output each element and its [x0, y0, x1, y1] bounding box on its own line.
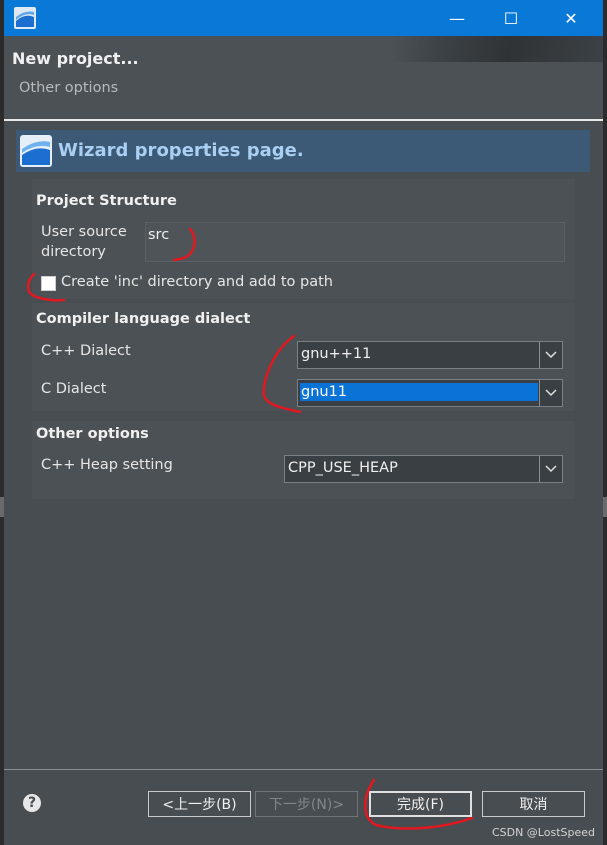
inc-checkbox[interactable] — [41, 276, 56, 291]
heap-setting-select[interactable]: CPP_USE_HEAP — [284, 455, 563, 483]
other-options-group: Other options C++ Heap setting CPP_USE_H… — [32, 421, 575, 499]
help-icon[interactable]: ? — [23, 794, 41, 812]
close-button[interactable]: ✕ — [542, 0, 600, 36]
wizard-page-header: Wizard properties page. — [16, 130, 590, 172]
new-project-dialog: — ☐ ✕ New project... Other options Wizar… — [4, 0, 603, 845]
c-dialect-label: C Dialect — [41, 381, 107, 397]
source-dir-input[interactable]: src — [145, 222, 565, 262]
cpp-dialect-value: gnu++11 — [301, 346, 372, 362]
other-options-title: Other options — [36, 426, 149, 442]
heap-setting-value: CPP_USE_HEAP — [288, 460, 398, 476]
finish-button[interactable]: 完成(F) — [369, 791, 472, 817]
button-bar: ? <上一步(B) 下一步(N)> 完成(F) 取消 CSDN @LostSpe… — [4, 770, 603, 845]
c-dialect-value: gnu11 — [300, 383, 538, 401]
cpp-dialect-select[interactable]: gnu++11 — [297, 341, 563, 369]
inc-checkbox-label[interactable]: Create 'inc' directory and add to path — [61, 274, 333, 290]
back-button[interactable]: <上一步(B) — [148, 791, 251, 817]
wizard-icon — [20, 135, 52, 167]
wizard-content: Wizard properties page. Project Structur… — [4, 121, 603, 769]
c-dialect-select[interactable]: gnu11 — [297, 379, 563, 407]
compiler-dialect-title: Compiler language dialect — [36, 311, 251, 327]
project-structure-title: Project Structure — [36, 193, 177, 209]
maximize-button[interactable]: ☐ — [482, 0, 540, 36]
chevron-down-icon[interactable] — [539, 456, 562, 482]
title-bar: — ☐ ✕ — [4, 0, 603, 36]
cancel-button[interactable]: 取消 — [482, 791, 585, 817]
wizard-page-title: Wizard properties page. — [58, 140, 304, 161]
maximize-icon: ☐ — [503, 8, 519, 28]
background-edge-right — [603, 497, 607, 517]
chevron-down-icon[interactable] — [539, 380, 562, 406]
app-icon — [14, 7, 36, 29]
page-title: New project... — [12, 49, 139, 68]
page-subtitle: Other options — [19, 80, 119, 96]
cpp-dialect-label: C++ Dialect — [41, 343, 131, 359]
chevron-down-icon[interactable] — [539, 342, 562, 368]
banner-decoration — [393, 36, 603, 62]
minimize-icon: — — [449, 8, 465, 28]
source-dir-label-line1: User source — [41, 224, 127, 240]
watermark: CSDN @LostSpeed — [491, 826, 595, 839]
close-icon: ✕ — [564, 8, 578, 28]
project-structure-group: Project Structure User source directory … — [32, 179, 575, 299]
minimize-button[interactable]: — — [428, 0, 486, 36]
wizard-banner: New project... Other options — [4, 36, 603, 118]
compiler-dialect-group: Compiler language dialect C++ Dialect gn… — [32, 303, 575, 411]
next-button[interactable]: 下一步(N)> — [255, 791, 358, 817]
source-dir-label-line2: directory — [41, 244, 106, 260]
heap-setting-label: C++ Heap setting — [41, 457, 173, 473]
